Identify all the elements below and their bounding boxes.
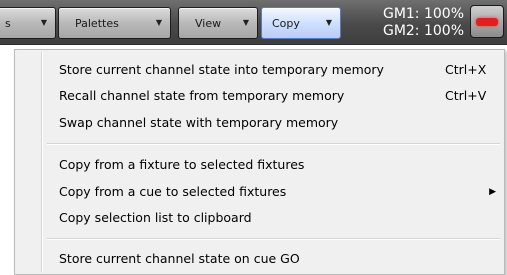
- grand-master-2-readout: GM2: 100%: [382, 23, 464, 39]
- menu-item-label: Store current channel state on cue GO: [59, 251, 300, 266]
- menu-separator: [47, 238, 500, 240]
- chevron-down-icon: ▼: [325, 18, 332, 27]
- menu-item-copy-from-cue[interactable]: Copy from a cue to selected fixtures ▶: [17, 181, 502, 203]
- menu-item-label: Recall channel state from temporary memo…: [59, 88, 345, 103]
- menu-item-swap-temp[interactable]: Swap channel state with temporary memory: [17, 112, 502, 134]
- copy-label: Copy: [272, 16, 300, 30]
- blackout-button[interactable]: [470, 5, 504, 38]
- chevron-down-icon: ▼: [242, 18, 249, 27]
- menu-item-store-on-go[interactable]: Store current channel state on cue GO: [17, 248, 502, 270]
- menu-item-shortcut: Ctrl+V: [445, 88, 487, 103]
- menu-item-recall-temp[interactable]: Recall channel state from temporary memo…: [17, 85, 502, 107]
- palettes-label: Palettes: [75, 16, 119, 30]
- palettes-menu-button[interactable]: Palettes ▼: [58, 7, 171, 39]
- top-toolbar: s ▼ Palettes ▼ View ▼ Copy ▼ GM1: 100% G…: [0, 0, 507, 45]
- copy-dropdown-menu: Store current channel state into tempora…: [14, 49, 505, 275]
- menu-item-label: Copy from a fixture to selected fixtures: [59, 157, 305, 172]
- menu-item-label: Copy selection list to clipboard: [59, 210, 252, 225]
- menu-item-label: Swap channel state with temporary memory: [59, 115, 339, 130]
- copy-menu-button[interactable]: Copy ▼: [261, 7, 341, 39]
- menu-item-shortcut: Ctrl+X: [445, 62, 487, 77]
- chevron-down-icon: ▼: [40, 18, 47, 27]
- menu-item-copy-from-fixture[interactable]: Copy from a fixture to selected fixtures: [17, 154, 502, 176]
- truncated-menu-label: s: [5, 16, 11, 30]
- truncated-menu-button[interactable]: s ▼: [0, 7, 56, 39]
- menu-item-label: Store current channel state into tempora…: [59, 62, 384, 77]
- view-label: View: [195, 16, 222, 30]
- submenu-arrow-icon: ▶: [489, 187, 496, 197]
- view-menu-button[interactable]: View ▼: [178, 7, 258, 39]
- grand-master-1-readout: GM1: 100%: [382, 6, 464, 22]
- menu-item-label: Copy from a cue to selected fixtures: [59, 184, 287, 199]
- menu-item-copy-selection[interactable]: Copy selection list to clipboard: [17, 207, 502, 229]
- menu-separator: [47, 143, 500, 145]
- chevron-down-icon: ▼: [155, 18, 162, 27]
- red-led-icon: [476, 18, 498, 26]
- menu-item-store-temp[interactable]: Store current channel state into tempora…: [17, 59, 502, 81]
